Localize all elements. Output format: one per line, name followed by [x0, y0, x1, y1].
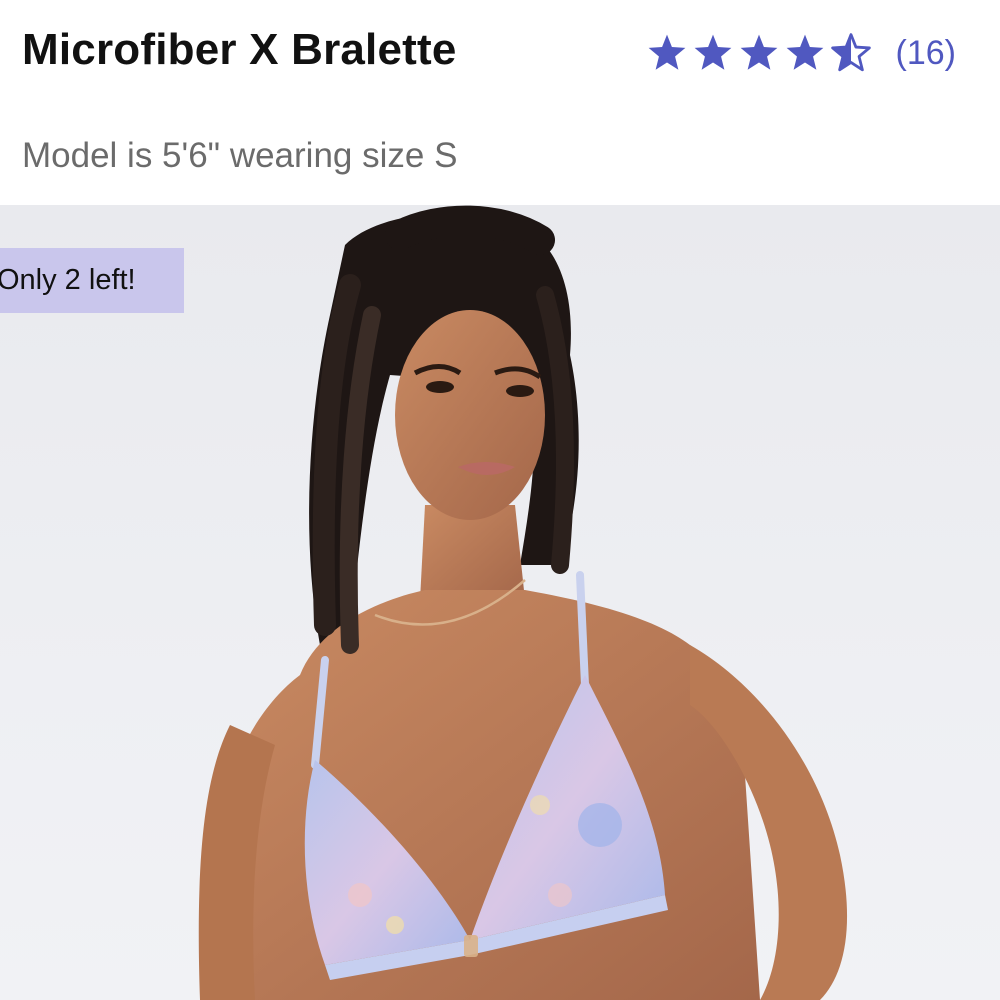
review-count-link[interactable]: (16) — [896, 28, 956, 78]
rating-stars[interactable] — [646, 32, 872, 74]
product-header: Microfiber X Bralette (16) Model is 5'6"… — [0, 0, 1000, 205]
star-full-icon — [648, 34, 685, 70]
star-full-icon — [694, 34, 731, 70]
stock-badge: Only 2 left! — [0, 248, 184, 313]
product-image[interactable]: Only 2 left! — [0, 205, 1000, 1000]
product-title: Microfiber X Bralette — [22, 25, 457, 74]
model-photo-illustration — [198, 205, 848, 1000]
star-full-icon — [786, 34, 823, 70]
model-size-info: Model is 5'6" wearing size S — [22, 136, 458, 175]
product-rating[interactable]: (16) — [646, 28, 956, 78]
star-half-icon — [830, 33, 871, 72]
star-full-icon — [740, 34, 777, 70]
